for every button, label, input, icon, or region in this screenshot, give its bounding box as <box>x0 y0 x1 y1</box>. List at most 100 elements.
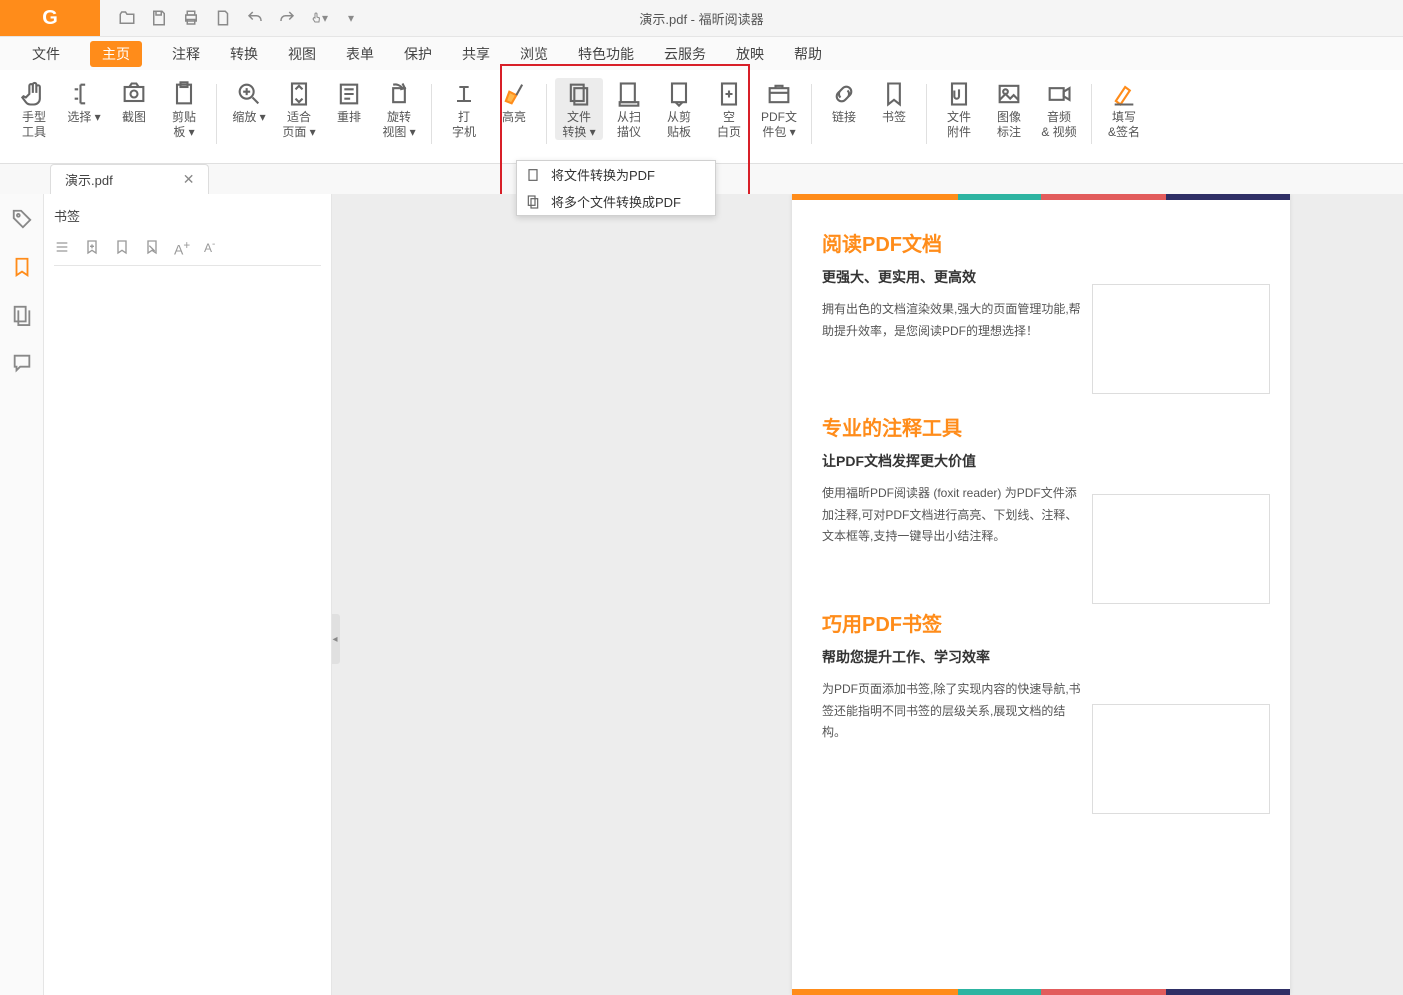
save-icon[interactable] <box>150 9 168 27</box>
document-tab[interactable]: 演示.pdf ✕ <box>50 164 209 194</box>
dropdown-item-1[interactable]: 将多个文件转换成PDF <box>517 188 715 215</box>
ribbon-label: 剪贴 板 ▾ <box>172 110 196 140</box>
ribbon-label: 截图 <box>122 110 146 125</box>
ribbon-blank-page[interactable]: 空 白页 <box>705 78 753 140</box>
titlebar: G ▾ ▾ 演示.pdf - 福昕阅读器 <box>0 0 1403 36</box>
pdf-page: 阅读PDF文档 更强大、更实用、更高效 拥有出色的文档渲染效果,强大的页面管理功… <box>792 194 1290 995</box>
highlight-icon <box>500 80 528 108</box>
ribbon-select[interactable]: 选择 ▾ <box>60 78 108 125</box>
ribbon-label: 旋转 视图 ▾ <box>382 110 415 140</box>
ribbon-label: 链接 <box>832 110 856 125</box>
ribbon-from-clipboard[interactable]: 从剪 贴板 <box>655 78 703 140</box>
new-bookmark-icon[interactable] <box>114 239 130 255</box>
menu-1[interactable]: 主页 <box>90 41 142 67</box>
touch-mode-icon[interactable]: ▾ <box>310 9 328 27</box>
section-body: 拥有出色的文档渲染效果,强大的页面管理功能,帮助提升效率，是您阅读PDF的理想选… <box>822 299 1082 342</box>
zoom-icon <box>235 80 263 108</box>
menu-5[interactable]: 表单 <box>346 44 374 64</box>
ribbon-label: 缩放 ▾ <box>232 110 265 125</box>
dropdown-item-0[interactable]: 将文件转换为PDF <box>517 161 715 188</box>
ribbon-label: 填写 &签名 <box>1108 110 1140 140</box>
audio-video-icon <box>1045 80 1073 108</box>
add-bookmark-icon[interactable] <box>84 239 100 255</box>
menu-10[interactable]: 云服务 <box>664 44 706 64</box>
dropdown-item-label: 将多个文件转换成PDF <box>551 192 681 211</box>
section-body: 使用福昕PDF阅读器 (foxit reader) 为PDF文件添加注释,可对P… <box>822 483 1082 548</box>
print-icon[interactable] <box>182 9 200 27</box>
left-sidebar <box>0 194 44 995</box>
font-larger-icon[interactable]: A+ <box>174 239 190 255</box>
pages-icon[interactable] <box>11 304 33 326</box>
rotate-icon <box>385 80 413 108</box>
ribbon-label: 从扫 描仪 <box>617 110 641 140</box>
ribbon-audio-video[interactable]: 音频 & 视频 <box>1035 78 1083 140</box>
ribbon-label: 书签 <box>882 110 906 125</box>
ribbon-rotate[interactable]: 旋转 视图 ▾ <box>375 78 423 140</box>
ribbon-label: 空 白页 <box>717 110 741 140</box>
open-icon[interactable] <box>118 9 136 27</box>
qat-more-icon[interactable]: ▾ <box>342 9 360 27</box>
ribbon-label: 音频 & 视频 <box>1041 110 1076 140</box>
tag-icon[interactable] <box>11 208 33 230</box>
ribbon-link[interactable]: 链接 <box>820 78 868 125</box>
file-convert-icon <box>565 80 593 108</box>
tab-label: 演示.pdf <box>65 170 113 189</box>
menu-8[interactable]: 浏览 <box>520 44 548 64</box>
ribbon-scanner[interactable]: 从扫 描仪 <box>605 78 653 140</box>
close-icon[interactable]: ✕ <box>183 171 195 188</box>
menu-7[interactable]: 共享 <box>462 44 490 64</box>
typewriter-icon <box>450 80 478 108</box>
list-view-icon[interactable] <box>54 239 70 255</box>
ribbon-zoom[interactable]: 缩放 ▾ <box>225 78 273 125</box>
ribbon-reflow[interactable]: 重排 <box>325 78 373 125</box>
fit-page-icon <box>285 80 313 108</box>
redo-icon[interactable] <box>278 9 296 27</box>
ribbon-typewriter[interactable]: 打 字机 <box>440 78 488 140</box>
section-heading: 专业的注释工具 <box>822 412 1260 441</box>
ribbon-portfolio[interactable]: PDF文 件包 ▾ <box>755 78 803 140</box>
ribbon-bookmark[interactable]: 书签 <box>870 78 918 125</box>
font-smaller-icon[interactable]: A- <box>204 239 220 255</box>
ribbon-fill-sign[interactable]: 填写 &签名 <box>1100 78 1148 140</box>
ribbon-clipboard[interactable]: 剪贴 板 ▾ <box>160 78 208 140</box>
undo-icon[interactable] <box>246 9 264 27</box>
ribbon-separator <box>216 84 217 144</box>
menu-3[interactable]: 转换 <box>230 44 258 64</box>
thumbnail-1 <box>1092 284 1270 394</box>
comments-icon[interactable] <box>11 352 33 374</box>
document-area[interactable]: ◂ 阅读PDF文档 更强大、更实用、更高效 拥有出色的文档渲染效果,强大的页面管… <box>332 194 1403 995</box>
ribbon-attachment[interactable]: 文件 附件 <box>935 78 983 140</box>
ribbon-screenshot[interactable]: 截图 <box>110 78 158 125</box>
menu-12[interactable]: 帮助 <box>794 44 822 64</box>
workspace: 书签 A+ A- ◂ 阅读PDF文档 更强大、更实用、更高效 拥有出色的文档渲染… <box>0 194 1403 995</box>
menu-6[interactable]: 保护 <box>404 44 432 64</box>
ribbon-file-convert[interactable]: 文件 转换 ▾ <box>555 78 603 140</box>
reflow-icon <box>335 80 363 108</box>
menu-2[interactable]: 注释 <box>172 44 200 64</box>
app-logo[interactable]: G <box>0 0 100 36</box>
ribbon-label: PDF文 件包 ▾ <box>761 110 797 140</box>
portfolio-icon <box>765 80 793 108</box>
delete-bookmark-icon[interactable] <box>144 239 160 255</box>
thumbnail-2 <box>1092 494 1270 604</box>
hand-icon <box>20 80 48 108</box>
page-icon[interactable] <box>214 9 232 27</box>
clipboard-icon <box>170 80 198 108</box>
page-color-bar <box>792 194 1290 200</box>
ribbon-highlight[interactable]: 高亮 <box>490 78 538 125</box>
menu-4[interactable]: 视图 <box>288 44 316 64</box>
select-icon <box>70 80 98 108</box>
ribbon-hand[interactable]: 手型 工具 <box>10 78 58 140</box>
menu-9[interactable]: 特色功能 <box>578 44 634 64</box>
panel-collapse-handle[interactable]: ◂ <box>332 614 340 664</box>
bookmark-tools: A+ A- <box>54 235 321 266</box>
link-icon <box>830 80 858 108</box>
file-to-pdf-icon <box>525 167 541 183</box>
ribbon-fit-page[interactable]: 适合 页面 ▾ <box>275 78 323 140</box>
menu-11[interactable]: 放映 <box>736 44 764 64</box>
bookmark-icon[interactable] <box>11 256 33 278</box>
menu-0[interactable]: 文件 <box>32 44 60 64</box>
bookmark-panel: 书签 A+ A- <box>44 194 332 995</box>
ribbon-label: 文件 转换 ▾ <box>562 110 595 140</box>
ribbon-image-annot[interactable]: 图像 标注 <box>985 78 1033 140</box>
